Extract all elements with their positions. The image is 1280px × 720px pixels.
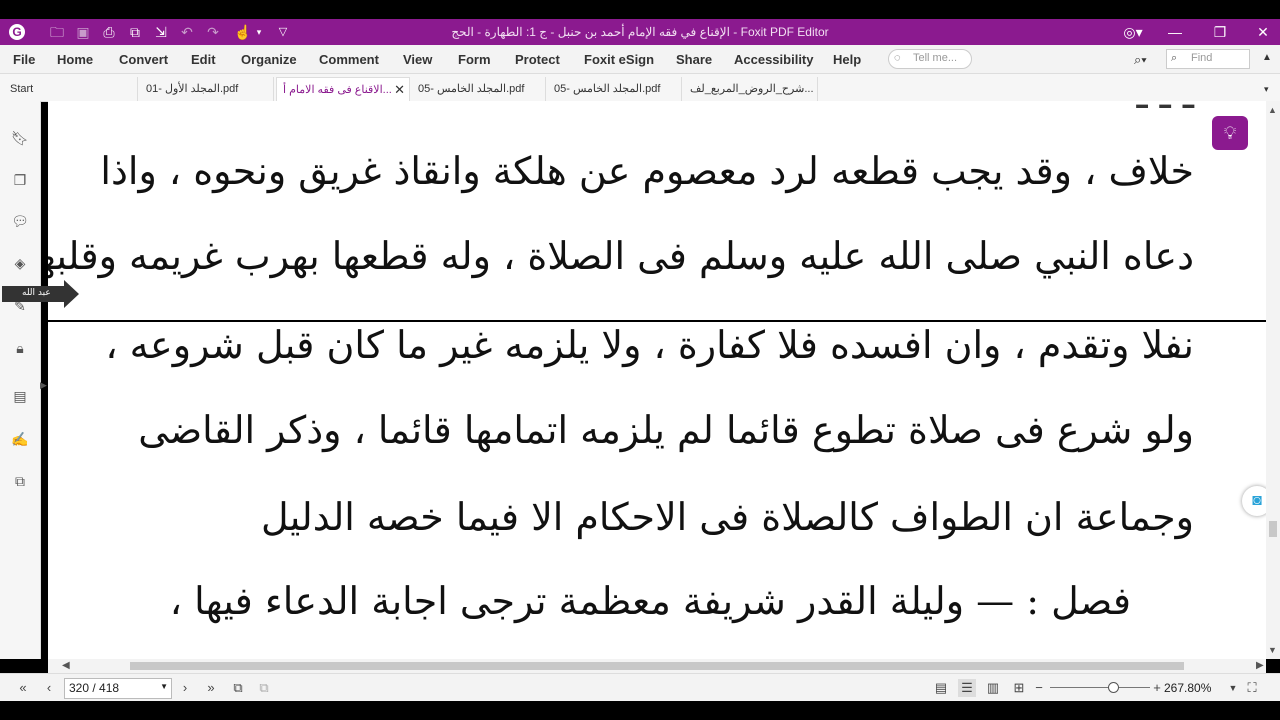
text-line-3: نفلا وتقدم ، وان افسده فلا كفارة ، ولا ي… bbox=[105, 323, 1194, 367]
tab-doc-3[interactable]: المجلد الخامس -05.pdf bbox=[412, 77, 546, 101]
continuous-page-icon[interactable]: ☰ bbox=[958, 679, 976, 697]
document-properties-icon[interactable]: ▤ bbox=[11, 387, 29, 405]
text-line-1: خلاف ، وقد يجب قطعه لرد معصوم عن هلكة وا… bbox=[100, 149, 1194, 193]
partial-line-top: ـ ـ ـ bbox=[1136, 101, 1194, 117]
previous-page-icon[interactable]: ‹ bbox=[40, 679, 58, 697]
signatures-icon[interactable]: ✍ bbox=[11, 430, 29, 448]
bookmark-icon[interactable]: 🔖︎ bbox=[11, 129, 29, 147]
menu-view[interactable]: View bbox=[403, 52, 432, 67]
text-line-6: فصل : — وليلة القدر شريفة معظمة ترجى اجا… bbox=[169, 579, 1131, 623]
pointer-tooltip: عبد الله bbox=[2, 280, 80, 308]
previous-view-icon[interactable]: ⧉ bbox=[229, 679, 247, 697]
vertical-scroll-thumb[interactable] bbox=[1269, 521, 1277, 537]
tab-doc-4[interactable]: المجلد الخامس -05.pdf bbox=[548, 77, 682, 101]
find-field[interactable]: ⌕ Find bbox=[1166, 49, 1250, 69]
navigation-sidebar: 🔖︎ ❐ 💬︎ ◈ ✎ 🔒︎ ▤ ✍ ⧉ bbox=[0, 101, 41, 659]
menu-bar: File Home Convert Edit Organize Comment … bbox=[0, 45, 1280, 74]
account-icon[interactable]: ◎▾ bbox=[1118, 22, 1148, 42]
search-icon: ⌕ bbox=[1171, 52, 1178, 64]
last-page-icon[interactable]: » bbox=[202, 679, 220, 697]
menu-form[interactable]: Form bbox=[458, 52, 491, 67]
zoom-level[interactable]: 267.80% bbox=[1164, 681, 1211, 695]
scroll-left-icon[interactable]: ◀ bbox=[62, 660, 70, 671]
chevron-down-icon: ▼ bbox=[160, 682, 168, 691]
facing-page-icon[interactable]: ▥ bbox=[984, 679, 1002, 697]
text-line-5: وجماعة ان الطواف كالصلاة فى الاحكام الا … bbox=[260, 495, 1194, 539]
menu-protect[interactable]: Protect bbox=[515, 52, 560, 67]
tabs-menu-icon[interactable]: ▾ bbox=[1258, 77, 1278, 101]
zoom-out-icon[interactable]: − bbox=[1030, 679, 1048, 697]
scroll-up-icon[interactable]: ▲ bbox=[1268, 105, 1277, 115]
minimize-button[interactable]: — bbox=[1160, 22, 1190, 42]
fullscreen-icon[interactable]: ⛶ bbox=[1243, 679, 1261, 697]
text-line-2: دعاه النبي صلى الله عليه وسلم فى الصلاة … bbox=[48, 234, 1194, 278]
close-button[interactable]: ✕ bbox=[1248, 22, 1278, 42]
comments-icon[interactable]: 💬︎ bbox=[11, 212, 29, 230]
window-title: الإقناع في فقه الإمام أحمد بن حنبل - ج 1… bbox=[451, 25, 829, 39]
expand-sidebar-icon[interactable]: ▶ bbox=[40, 380, 47, 391]
continuous-facing-icon[interactable]: ⊞ bbox=[1010, 679, 1028, 697]
pages-icon[interactable]: ❐ bbox=[11, 171, 29, 189]
horizontal-scroll-thumb[interactable] bbox=[130, 662, 1184, 670]
menu-organize[interactable]: Organize bbox=[241, 52, 297, 67]
close-tab-icon[interactable]: ✕ bbox=[394, 78, 405, 102]
menu-convert[interactable]: Convert bbox=[119, 52, 168, 67]
menu-foxit-esign[interactable]: Foxit eSign bbox=[584, 52, 654, 67]
tab-doc-1[interactable]: المجلد الأول -01.pdf bbox=[140, 77, 274, 101]
find-placeholder: Find bbox=[1191, 52, 1213, 64]
collapse-ribbon-icon[interactable]: ▲ bbox=[1262, 52, 1272, 63]
menu-home[interactable]: Home bbox=[57, 52, 93, 67]
zoom-slider-track[interactable] bbox=[1050, 687, 1150, 688]
next-page-icon[interactable]: › bbox=[176, 679, 194, 697]
menu-share[interactable]: Share bbox=[676, 52, 712, 67]
ai-assistant-icon[interactable]: 💡︎ bbox=[1212, 116, 1248, 150]
vertical-scrollbar[interactable]: ▲ ▼ bbox=[1266, 101, 1280, 659]
menu-help[interactable]: Help bbox=[833, 52, 861, 67]
tab-start[interactable]: Start bbox=[4, 77, 138, 101]
tooltip-label: عبد الله bbox=[22, 288, 51, 298]
tell-me-placeholder: Tell me... bbox=[913, 52, 958, 64]
tab-doc-active-label: الاقناع فى فقه الامام أ... bbox=[283, 84, 392, 96]
tab-doc-5[interactable]: شرح_الروض_المربع_لف... bbox=[684, 77, 818, 101]
page-number-field[interactable]: 320 / 418 ▼ bbox=[64, 678, 172, 699]
text-line-4: ولو شرع فى صلاة تطوع قائما لم يلزمه اتما… bbox=[138, 408, 1194, 452]
layers-icon[interactable]: ◈ bbox=[11, 254, 29, 272]
single-page-icon[interactable]: ▤ bbox=[932, 679, 950, 697]
security-icon[interactable]: 🔒︎ bbox=[11, 339, 29, 357]
menu-accessibility[interactable]: Accessibility bbox=[734, 52, 814, 67]
menu-file[interactable]: File bbox=[13, 52, 35, 67]
tell-me-field[interactable]: ◌ Tell me... bbox=[888, 49, 972, 69]
zoom-slider-handle[interactable] bbox=[1108, 682, 1119, 693]
search-options-icon[interactable]: ⌕▾ bbox=[1134, 52, 1147, 68]
page-number-value: 320 / 418 bbox=[69, 681, 120, 695]
horizontal-scrollbar[interactable]: ◀ ▶ bbox=[48, 659, 1266, 673]
next-view-icon[interactable]: ⧉ bbox=[255, 679, 273, 697]
screen-border bbox=[0, 701, 1280, 720]
status-bar: « ‹ 320 / 418 ▼ › » ⧉ ⧉ ▤ ☰ ▥ ⊞ − + 267.… bbox=[0, 673, 1280, 702]
lightbulb-icon: ◌ bbox=[894, 52, 901, 64]
document-tabs: Start المجلد الأول -01.pdf الاقناع فى فق… bbox=[0, 74, 1280, 102]
content-icon[interactable]: ⧉ bbox=[11, 472, 29, 490]
scroll-right-icon[interactable]: ▶ bbox=[1256, 660, 1264, 671]
zoom-menu-icon[interactable]: ▼ bbox=[1224, 679, 1242, 697]
document-view[interactable]: ـ ـ ـ خلاف ، وقد يجب قطعه لرد معصوم عن ه… bbox=[48, 101, 1266, 659]
restore-button[interactable]: ❐ bbox=[1205, 22, 1235, 42]
tab-doc-active[interactable]: الاقناع فى فقه الامام أ... ✕ bbox=[276, 77, 410, 101]
menu-comment[interactable]: Comment bbox=[319, 52, 379, 67]
scroll-down-icon[interactable]: ▼ bbox=[1268, 645, 1277, 655]
first-page-icon[interactable]: « bbox=[14, 679, 32, 697]
title-bar: G 🗀 ▣ ⎙ ⧉ ⇲ ↶ ↷ ☝ ▾ ▽ الإقناع في فقه الإ… bbox=[0, 19, 1280, 45]
menu-edit[interactable]: Edit bbox=[191, 52, 216, 67]
ruler-line bbox=[48, 320, 1266, 322]
